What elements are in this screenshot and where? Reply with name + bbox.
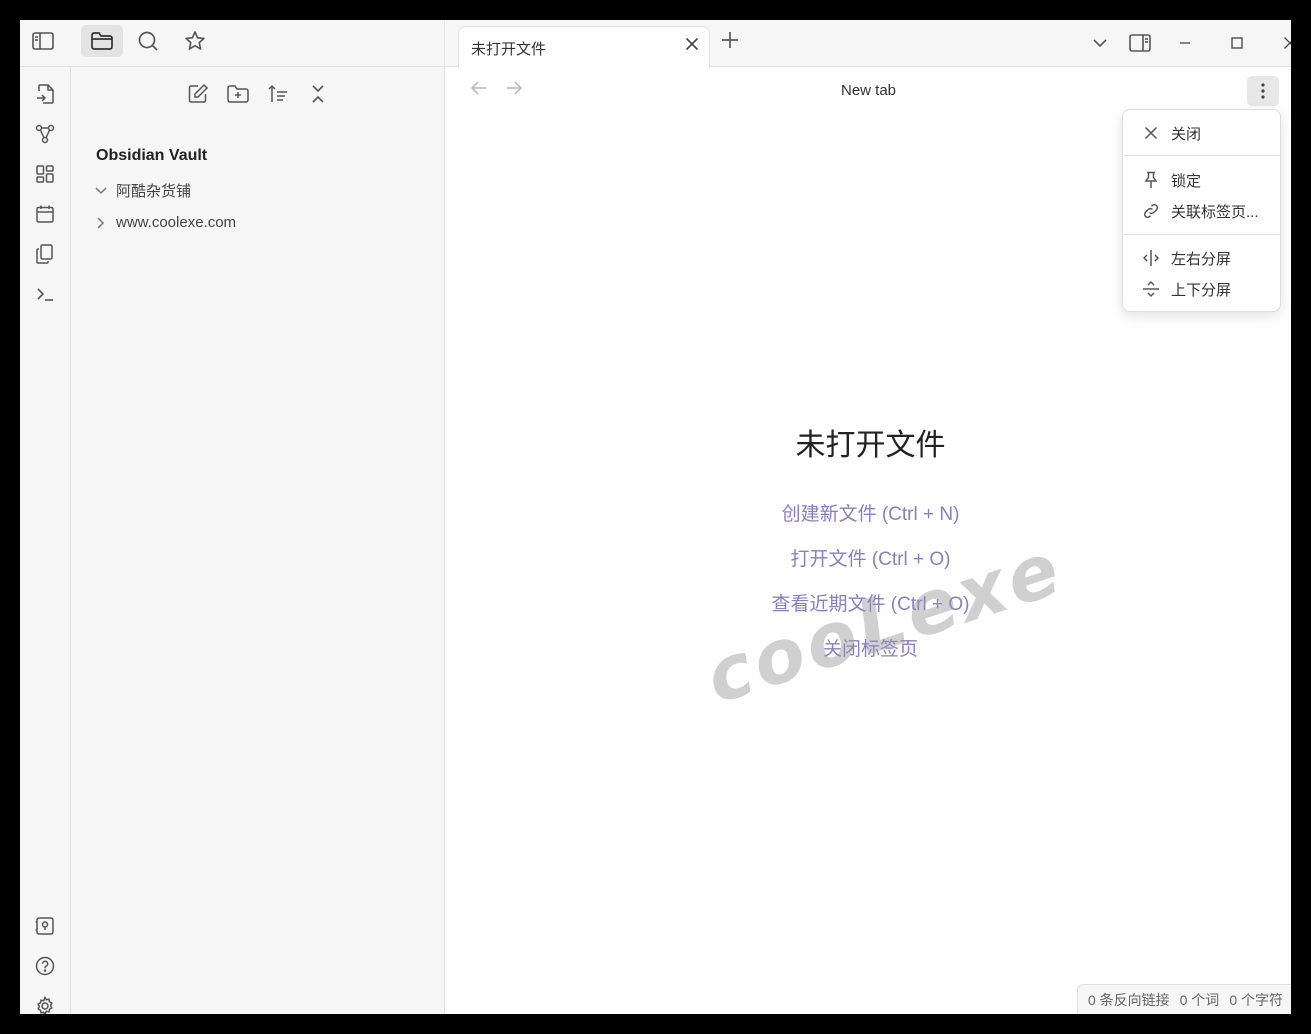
create-new-file-link[interactable]: 创建新文件 (Ctrl + N) — [446, 496, 1291, 541]
explorer-actions — [182, 79, 334, 109]
sort-icon — [268, 84, 287, 102]
status-char-count: 0 个字符 — [1229, 991, 1283, 1008]
toggle-right-sidebar-button[interactable] — [1127, 30, 1153, 56]
edit-icon — [188, 83, 209, 103]
file-explorer: Obsidian Vault 阿酷杂货铺 www.coolexe.com — [71, 67, 445, 1014]
sidebar-tab-bar — [20, 20, 445, 67]
star-icon — [185, 31, 205, 50]
more-options-button[interactable] — [1247, 76, 1279, 106]
tab-bookmarks[interactable] — [174, 25, 216, 57]
calendar-icon — [36, 205, 54, 223]
split-vertical-icon — [1141, 249, 1161, 267]
open-canvas-button[interactable] — [29, 158, 61, 190]
more-vertical-icon — [1261, 83, 1265, 99]
maximize-button[interactable] — [1224, 30, 1250, 56]
gear-icon — [37, 996, 53, 1014]
chevron-right-icon — [93, 216, 109, 229]
status-backlinks[interactable]: 0 条反向链接 — [1088, 990, 1170, 1010]
new-folder-button[interactable] — [222, 79, 254, 109]
view-title: New tab — [840, 82, 897, 99]
sidebar-left-icon — [32, 32, 54, 50]
tab-close-button[interactable] — [685, 37, 699, 51]
tab-context-menu: 关闭 锁定 关联标签页... 左右分屏 上下分屏 — [1122, 109, 1281, 312]
layout-dashboard-icon — [36, 165, 54, 183]
collapse-all-button[interactable] — [302, 79, 334, 109]
left-ribbon — [20, 67, 71, 1014]
close-window-button[interactable] — [1277, 30, 1291, 56]
menu-item-split-right[interactable]: 左右分屏 — [1123, 244, 1280, 272]
terminal-icon — [37, 288, 53, 301]
plus-icon — [722, 32, 738, 48]
files-icon — [36, 244, 53, 264]
close-tab-link[interactable]: 关闭标签页 — [446, 631, 1291, 676]
link-icon — [1141, 202, 1161, 220]
obsidian-window: Obsidian Vault 阿酷杂货铺 www.coolexe.com 未打开… — [20, 20, 1291, 1014]
new-tab-button[interactable] — [720, 30, 740, 50]
close-icon — [1284, 37, 1291, 49]
chevron-down-icon — [1093, 39, 1107, 48]
chevron-down-icon — [93, 186, 109, 195]
folder-icon — [91, 32, 113, 50]
vault-name[interactable]: Obsidian Vault — [96, 147, 207, 165]
close-icon — [1141, 126, 1161, 140]
recent-files-link[interactable]: 查看近期文件 (Ctrl + O) — [446, 586, 1291, 631]
toggle-sidebar-button[interactable] — [22, 25, 64, 57]
sidebar-right-icon — [1129, 34, 1151, 52]
pin-icon — [1141, 171, 1161, 189]
view-header: New tab — [446, 67, 1291, 113]
tab-active[interactable]: 未打开文件 — [458, 26, 710, 68]
split-horizontal-icon — [1141, 280, 1161, 298]
maximize-icon — [1231, 37, 1243, 49]
tab-file-explorer[interactable] — [81, 25, 123, 57]
empty-state: 未打开文件 创建新文件 (Ctrl + N) 打开文件 (Ctrl + O) 查… — [446, 420, 1291, 676]
empty-state-title: 未打开文件 — [795, 429, 946, 462]
menu-item-close[interactable]: 关闭 — [1123, 119, 1280, 147]
menu-item-link-tab[interactable]: 关联标签页... — [1123, 197, 1280, 225]
sort-button[interactable] — [262, 79, 294, 109]
folder-plus-icon — [227, 85, 249, 103]
close-icon — [685, 37, 699, 51]
tree-folder-label: www.coolexe.com — [116, 214, 237, 231]
menu-separator — [1124, 155, 1280, 156]
minimize-icon — [1180, 42, 1190, 44]
new-note-button[interactable] — [182, 79, 214, 109]
menu-item-pin[interactable]: 锁定 — [1123, 166, 1280, 194]
open-vault-button[interactable] — [29, 910, 61, 942]
minimize-button[interactable] — [1172, 30, 1198, 56]
settings-button[interactable] — [29, 990, 61, 1014]
tree-folder[interactable]: 阿酷杂货铺 — [93, 180, 191, 201]
open-daily-note-button[interactable] — [29, 198, 61, 230]
tab-search[interactable] — [127, 25, 169, 57]
open-graph-view-button[interactable] — [29, 118, 61, 150]
tree-folder[interactable]: www.coolexe.com — [93, 214, 236, 231]
menu-item-split-down[interactable]: 上下分屏 — [1123, 275, 1280, 303]
tab-list-button[interactable] — [1087, 30, 1113, 56]
status-bar: 0 条反向链接 0 个词 0 个字符 — [1076, 984, 1291, 1014]
open-file-link[interactable]: 打开文件 (Ctrl + O) — [446, 541, 1291, 586]
tree-folder-label: 阿酷杂货铺 — [116, 183, 192, 200]
chevrons-collapse-icon — [312, 85, 324, 103]
open-command-palette-button[interactable] — [29, 278, 61, 310]
vault-icon — [35, 917, 54, 935]
open-quick-switcher-button[interactable] — [29, 78, 61, 110]
help-button[interactable] — [29, 950, 61, 982]
file-switch-icon — [37, 84, 54, 104]
search-icon — [138, 31, 158, 51]
help-circle-icon — [35, 956, 55, 976]
tab-title: 未打开文件 — [471, 41, 547, 58]
status-word-count: 0 个词 — [1179, 991, 1220, 1008]
graph-icon — [35, 124, 55, 144]
menu-separator — [1124, 234, 1280, 235]
insert-template-button[interactable] — [29, 238, 61, 270]
tab-bar: 未打开文件 — [446, 20, 1291, 68]
